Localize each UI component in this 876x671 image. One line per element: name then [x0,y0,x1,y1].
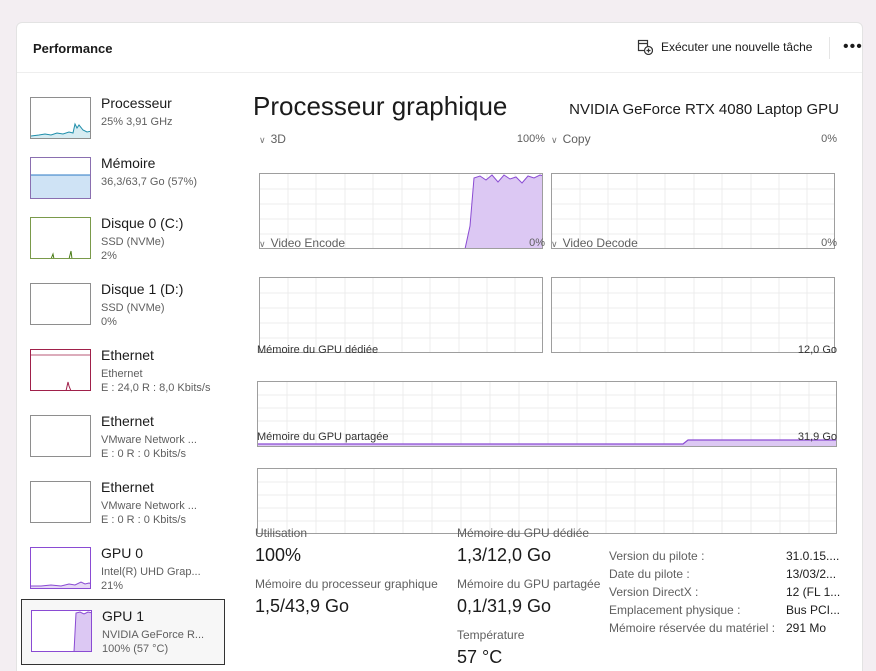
graph-shared-memory [257,468,837,534]
sidebar-item-name: Mémoire [101,155,156,171]
physical-location-label: Emplacement physique : [609,603,741,617]
sidebar-item-detail: SSD (NVMe) [101,302,165,314]
graph-video-decode-max: 0% [821,237,837,249]
sidebar-item-ethernet-2[interactable]: Ethernet VMware Network ... E : 0 R : 0 … [21,405,225,471]
sidebar-item-value: 0% [101,316,117,328]
cpu-thumbnail [30,97,91,139]
dedicated-memory-label: Mémoire du GPU dédiée [457,526,590,540]
sidebar-item-name: Ethernet [101,479,154,495]
sidebar-item-detail: VMware Network ... [101,434,197,446]
sidebar-item-cpu[interactable]: Processeur 25% 3,91 GHz [21,87,225,153]
sidebar-item-value: E : 0 R : 0 Kbits/s [101,514,186,526]
sidebar-item-name: Ethernet [101,347,154,363]
graph-3d-selector[interactable]: ∨ 3D [259,132,286,146]
graph-video-decode [551,277,835,353]
graph-video-decode-selector[interactable]: ∨ Video Decode [551,236,638,250]
gpu-processor-memory-value: 1,5/43,9 Go [255,596,350,616]
page-title: Performance [33,41,113,56]
ethernet-1-thumbnail [30,349,91,391]
chevron-down-icon: ∨ [551,135,558,145]
task-manager-window: Performance Exécuter une nouvelle tâche … [16,22,863,671]
temperature-label: Température [457,628,525,642]
driver-version-value: 31.0.15.... [786,549,840,563]
dedicated-memory-value: 1,3/12,0 Go [457,545,552,565]
dedicated-memory-graph-label: Mémoire du GPU dédiée [257,344,379,356]
more-options-icon[interactable]: ••• [843,37,862,57]
gpu-detail-panel: Processeur graphique NVIDIA GeForce RTX … [247,79,847,671]
graph-video-encode-label: Video Encode [270,236,346,250]
shared-memory-graph-max: 31,9 Go [797,431,837,443]
sidebar-item-disk-0[interactable]: Disque 0 (C:) SSD (NVMe) 2% [21,207,225,273]
gpu-0-thumbnail [30,547,91,589]
ethernet-3-thumbnail [30,481,91,523]
directx-version-label: Version DirectX : [609,585,699,599]
sidebar-item-value: E : 24,0 R : 8,0 Kbits/s [101,382,211,394]
header-divider [829,37,830,59]
temperature-value: 57 °C [457,647,503,667]
run-new-task-button[interactable]: Exécuter une nouvelle tâche [637,39,812,55]
sidebar-item-memory[interactable]: Mémoire 36,3/63,7 Go (57%) [21,147,225,213]
shared-memory-label: Mémoire du GPU partagée [457,577,601,591]
sidebar-item-detail: NVIDIA GeForce R... [102,629,205,641]
sidebar-item-name: GPU 0 [101,545,144,561]
sidebar-item-name: GPU 1 [102,608,145,624]
chevron-down-icon: ∨ [259,135,266,145]
memory-thumbnail [30,157,91,199]
sidebar-item-detail: Ethernet [101,368,143,380]
sidebar-item-value: E : 0 R : 0 Kbits/s [101,448,186,460]
sidebar-item-ethernet-1[interactable]: Ethernet Ethernet E : 24,0 R : 8,0 Kbits… [21,339,225,405]
graph-video-encode [259,277,543,353]
sidebar-item-detail: SSD (NVMe) [101,236,165,248]
hardware-reserved-memory-label: Mémoire réservée du matériel : [609,621,776,635]
driver-version-label: Version du pilote : [609,549,705,563]
shared-memory-graph-label: Mémoire du GPU partagée [257,431,389,443]
graph-3d-label: 3D [270,132,286,146]
disk-1-thumbnail [30,283,91,325]
directx-version-value: 12 (FL 1... [786,585,841,599]
section-title: Processeur graphique [253,91,508,121]
sidebar-item-detail: VMware Network ... [101,500,197,512]
header-bar: Performance Exécuter une nouvelle tâche … [17,23,862,73]
disk-0-thumbnail [30,217,91,259]
utilisation-value: 100% [255,545,302,565]
dedicated-memory-graph-max: 12,0 Go [797,344,837,356]
graph-copy-selector[interactable]: ∨ Copy [551,132,591,146]
chevron-down-icon: ∨ [259,239,266,249]
run-new-task-label: Exécuter une nouvelle tâche [661,40,813,54]
driver-date-label: Date du pilote : [609,567,690,581]
driver-date-value: 13/03/2... [786,567,837,581]
graph-3d-max: 100% [516,133,545,145]
gpu-processor-memory-label: Mémoire du processeur graphique [255,577,438,591]
sidebar-item-detail: Intel(R) UHD Grap... [101,566,201,578]
hardware-reserved-memory-value: 291 Mo [786,621,827,635]
shared-memory-value: 0,1/31,9 Go [457,596,552,616]
new-task-icon [637,39,653,55]
sidebar-item-value: 2% [101,250,117,262]
graph-video-decode-label: Video Decode [562,236,638,250]
sidebar-item-name: Disque 1 (D:) [101,281,184,297]
sidebar-item-gpu-0[interactable]: GPU 0 Intel(R) UHD Grap... 21% [21,537,225,603]
graph-video-encode-selector[interactable]: ∨ Video Encode [259,236,345,250]
graph-video-encode-max: 0% [529,237,545,249]
graph-copy-label: Copy [562,132,591,146]
gpu-1-thumbnail [31,610,92,652]
sidebar-item-name: Ethernet [101,413,154,429]
ethernet-2-thumbnail [30,415,91,457]
physical-location-value: Bus PCI... [786,603,841,617]
sidebar-item-name: Disque 0 (C:) [101,215,184,231]
sidebar: Processeur 25% 3,91 GHz Mémoire 36,3/63,… [17,79,232,671]
sidebar-item-value: 21% [101,580,124,592]
gpu-model-name: NVIDIA GeForce RTX 4080 Laptop GPU [569,101,839,118]
sidebar-item-name: Processeur [101,95,172,111]
utilisation-label: Utilisation [255,526,308,540]
chevron-down-icon: ∨ [551,239,558,249]
graph-copy-max: 0% [821,133,837,145]
sidebar-item-detail: 36,3/63,7 Go (57%) [101,176,198,188]
sidebar-item-detail: 25% 3,91 GHz [101,116,173,128]
sidebar-item-value: 100% (57 °C) [102,643,169,655]
sidebar-item-gpu-1[interactable]: GPU 1 NVIDIA GeForce R... 100% (57 °C) [21,599,225,665]
sidebar-item-ethernet-3[interactable]: Ethernet VMware Network ... E : 0 R : 0 … [21,471,225,537]
sidebar-item-disk-1[interactable]: Disque 1 (D:) SSD (NVMe) 0% [21,273,225,339]
